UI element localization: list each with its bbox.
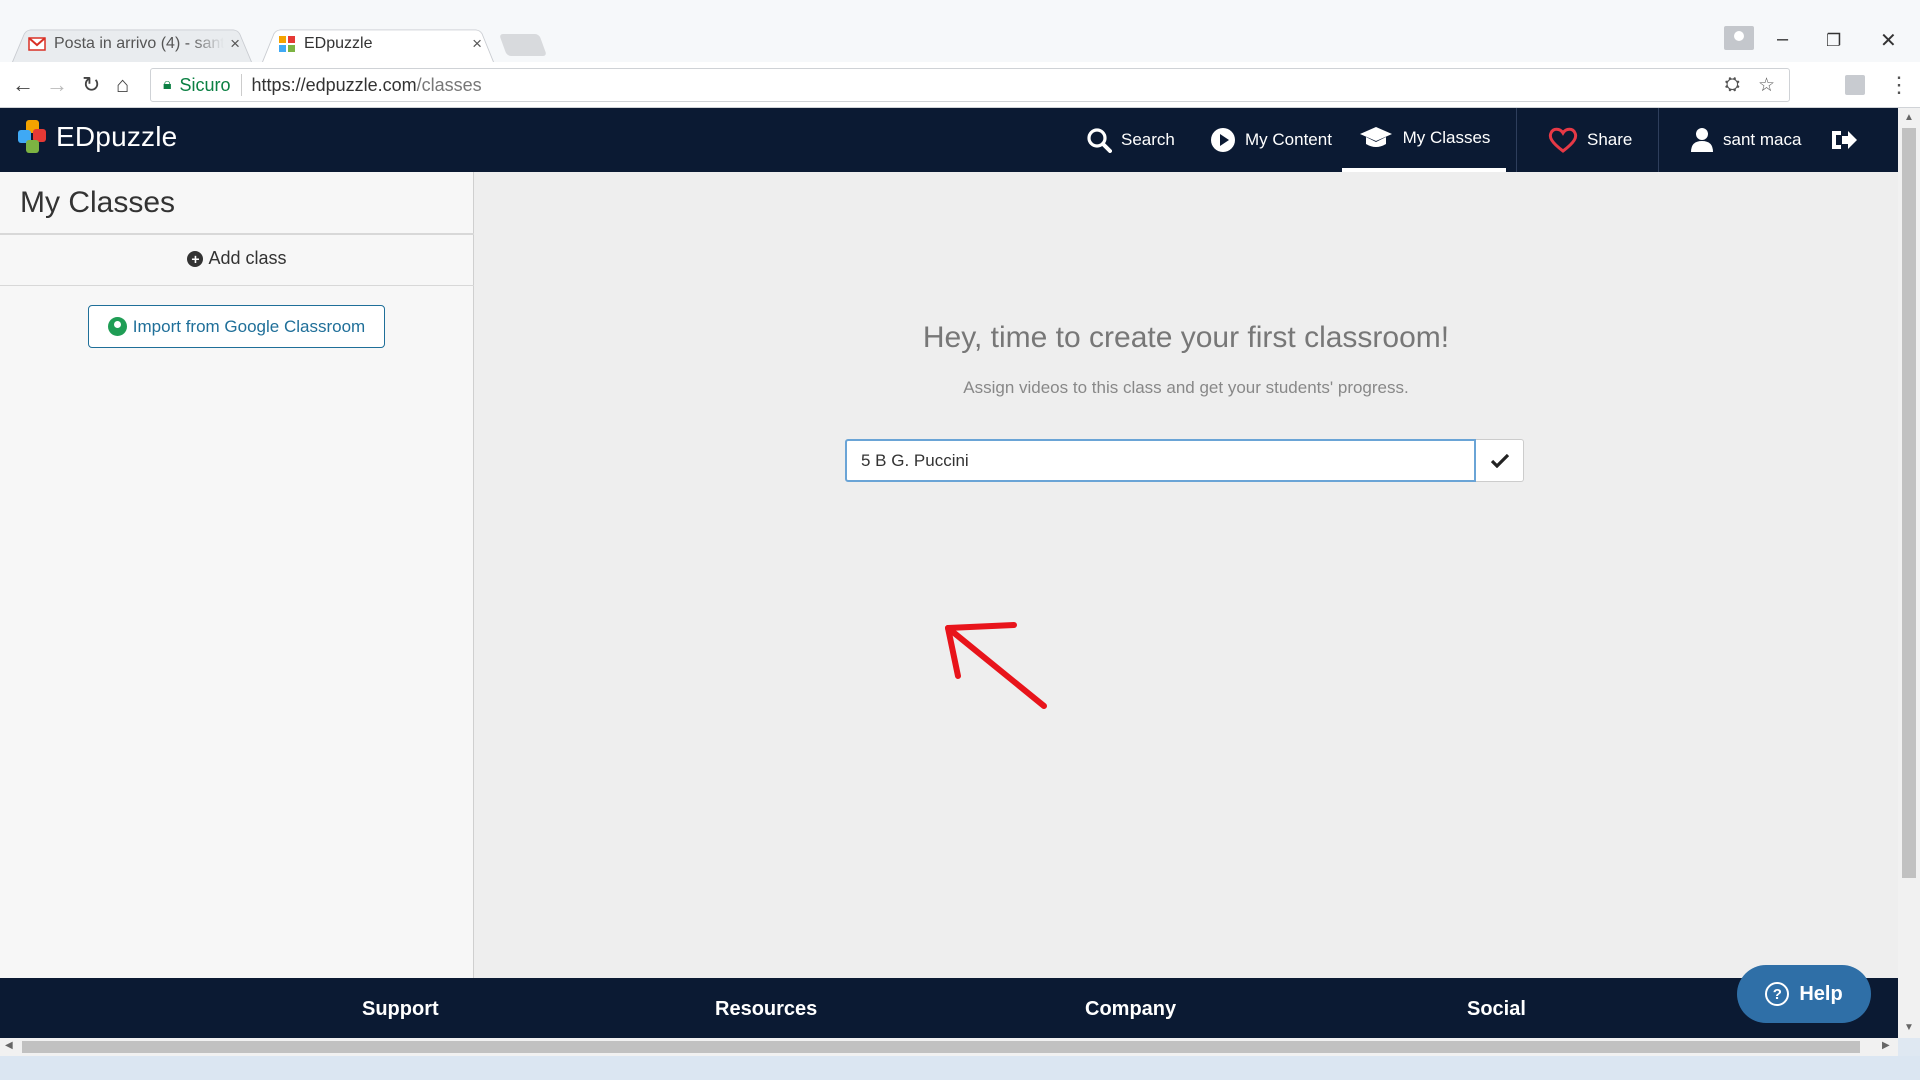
bookmark-star-icon[interactable]: ☆ <box>1758 74 1775 97</box>
nav-search-label: Search <box>1121 130 1175 149</box>
scroll-up-icon[interactable]: ▲ <box>1904 112 1914 123</box>
close-window-icon[interactable]: ✕ <box>1880 28 1897 53</box>
annotation-arrow <box>945 622 1047 709</box>
vertical-scrollbar[interactable]: ▲ ▼ <box>1898 108 1920 1038</box>
omnibox-actions: ⛭ ☆ <box>1725 74 1775 97</box>
footer-company[interactable]: Company <box>1085 998 1176 1021</box>
tab-title: EDpuzzle <box>304 34 373 52</box>
add-class-button[interactable]: + Add class <box>0 248 474 269</box>
help-button[interactable]: ? Help <box>1737 965 1871 1023</box>
nav-divider <box>1516 108 1517 172</box>
minimize-icon[interactable]: – <box>1777 28 1788 51</box>
gmail-icon <box>28 36 46 51</box>
footer-support[interactable]: Support <box>362 998 439 1021</box>
divider <box>0 233 474 235</box>
profile-icon[interactable] <box>1724 26 1754 50</box>
logout-button[interactable] <box>1830 108 1867 172</box>
nav-share-label: Share <box>1587 130 1633 149</box>
top-navigation: EDpuzzle Search My Content My Classes Sh… <box>0 108 1898 172</box>
restore-icon[interactable]: ❐ <box>1826 31 1841 51</box>
taskbar-edge <box>0 1056 1920 1080</box>
sidebar-title: My Classes <box>20 186 176 219</box>
lock-icon: 🔒︎ <box>163 76 172 93</box>
sidebar: My Classes + Add class Import from Googl… <box>0 172 474 1038</box>
nav-my-classes[interactable]: My Classes <box>1342 108 1506 172</box>
footer-resources[interactable]: Resources <box>715 998 817 1021</box>
add-class-label: Add class <box>208 248 287 268</box>
empty-state-subheading: Assign videos to this class and get your… <box>963 378 1409 397</box>
scroll-right-icon[interactable]: ▶ <box>1882 1040 1890 1051</box>
scroll-down-icon[interactable]: ▼ <box>1904 1022 1914 1033</box>
secure-label: Sicuro <box>179 74 231 95</box>
forward-icon[interactable]: → <box>46 72 68 98</box>
edpuzzle-app: EDpuzzle Search My Content My Classes Sh… <box>0 108 1898 1038</box>
footer: Support Resources Company Social <box>0 978 1898 1038</box>
heart-icon <box>1548 127 1578 153</box>
nav-divider <box>1658 108 1659 172</box>
divider <box>0 285 474 286</box>
tab-close-icon[interactable]: × <box>230 34 240 54</box>
divider <box>240 74 242 96</box>
reload-icon[interactable]: ↻ <box>82 72 100 98</box>
logo[interactable]: EDpuzzle <box>18 120 177 154</box>
question-icon: ? <box>1765 982 1790 1006</box>
tab-content: Posta in arrivo (4) - santr × <box>12 34 252 54</box>
scroll-left-icon[interactable]: ◀ <box>5 1040 13 1051</box>
browser-titlebar: Posta in arrivo (4) - santr × EDpuzzle ×… <box>0 0 1920 63</box>
help-label: Help <box>1799 982 1843 1005</box>
logo-text: EDpuzzle <box>56 121 178 152</box>
url-text: https://edpuzzle.com/classes <box>252 75 482 96</box>
address-bar[interactable]: 🔒︎ Sicuro https://edpuzzle.com/classes ⛭… <box>150 68 1790 102</box>
import-button-label: Import from Google Classroom <box>132 316 366 336</box>
browser-menu-icon[interactable]: ⋮ <box>1888 72 1910 98</box>
scrollbar-thumb[interactable] <box>1902 128 1916 878</box>
play-icon <box>1210 127 1236 153</box>
tab-edpuzzle[interactable]: EDpuzzle × <box>262 25 494 63</box>
nav-user[interactable]: sant maca <box>1690 108 1801 172</box>
tab-gmail[interactable]: Posta in arrivo (4) - santr × <box>12 25 252 63</box>
class-name-input[interactable] <box>845 439 1476 482</box>
graduation-cap-icon <box>1358 125 1394 151</box>
horizontal-scrollbar[interactable]: ◀ ▶ <box>0 1038 1898 1056</box>
nav-my-content[interactable]: My Content <box>1210 108 1332 172</box>
plus-circle-icon: + <box>187 250 204 267</box>
nav-search[interactable]: Search <box>1086 108 1175 172</box>
logout-icon <box>1830 128 1858 152</box>
edpuzzle-favicon-icon <box>279 35 295 52</box>
import-google-classroom-button[interactable]: Import from Google Classroom <box>88 305 385 348</box>
scrollbar-thumb[interactable] <box>22 1041 1860 1053</box>
new-tab-button[interactable] <box>498 34 548 56</box>
url-path: /classes <box>416 74 482 95</box>
url-base: https://edpuzzle.com <box>251 74 417 95</box>
checkmark-icon <box>1490 453 1509 468</box>
nav-user-label: sant maca <box>1723 130 1802 149</box>
browser-toolbar: ← → ↻ ⌂ 🔒︎ Sicuro https://edpuzzle.com/c… <box>0 62 1920 108</box>
footer-social[interactable]: Social <box>1467 998 1526 1021</box>
edpuzzle-logo-icon <box>18 120 48 154</box>
tab-title: Posta in arrivo (4) - santr <box>54 34 225 52</box>
home-icon[interactable]: ⌂ <box>116 72 129 98</box>
google-classroom-icon <box>107 317 127 336</box>
empty-state-heading: Hey, time to create your first classroom… <box>922 321 1450 354</box>
confirm-class-button[interactable] <box>1476 439 1524 482</box>
nav-my-content-label: My Content <box>1245 130 1332 149</box>
extension-icon[interactable] <box>1845 75 1865 95</box>
nav-share[interactable]: Share <box>1548 108 1632 172</box>
search-icon <box>1086 127 1112 153</box>
nav-my-classes-label: My Classes <box>1402 128 1491 147</box>
tab-content: EDpuzzle × <box>262 34 494 54</box>
translate-icon[interactable]: ⛭ <box>1725 74 1740 97</box>
tab-close-icon[interactable]: × <box>472 34 482 54</box>
back-icon[interactable]: ← <box>12 72 34 98</box>
user-icon <box>1690 127 1714 153</box>
